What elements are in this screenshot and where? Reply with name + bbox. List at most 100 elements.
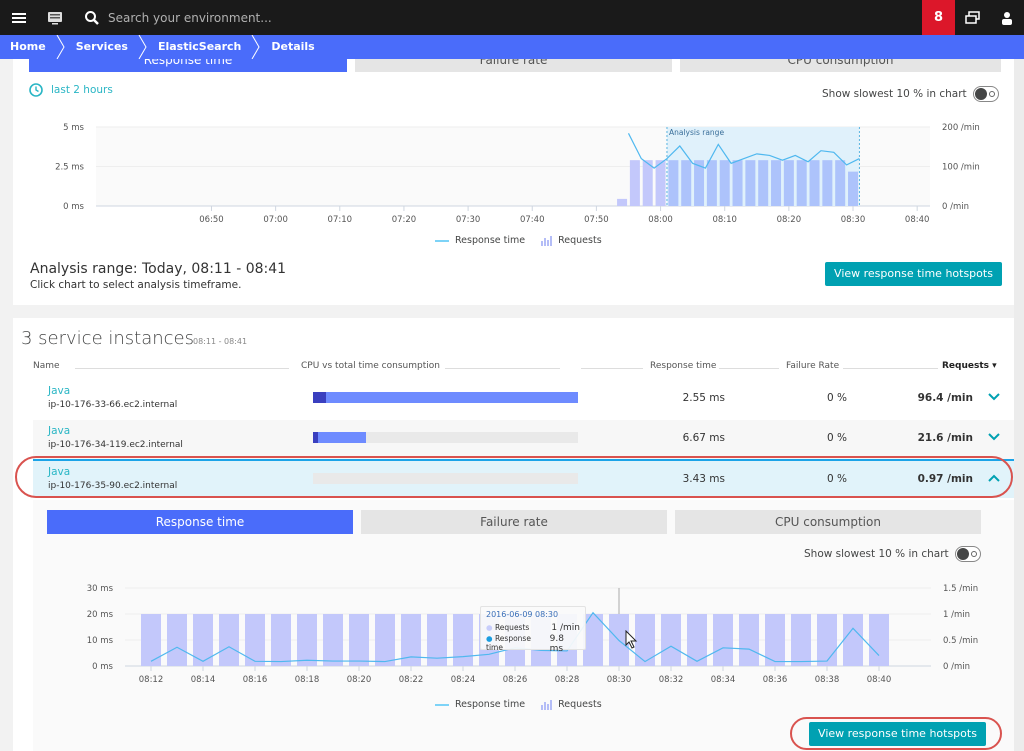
timeframe-label: last 2 hours bbox=[51, 84, 113, 96]
x-tick-label: 08:20 bbox=[347, 675, 372, 685]
toggle-label: Show slowest 10 % in chart bbox=[822, 88, 967, 100]
legend-requests[interactable]: Requests bbox=[558, 699, 602, 710]
legend-response-time[interactable]: Response time bbox=[455, 235, 525, 246]
x-tick-label: 08:40 bbox=[905, 215, 930, 225]
column-requests-sorted[interactable]: Requests ▾ bbox=[942, 361, 997, 371]
requests-bar bbox=[219, 614, 239, 666]
requests-bar bbox=[869, 614, 889, 666]
requests-bar bbox=[835, 160, 846, 206]
highlight-annotation bbox=[790, 717, 1002, 750]
x-tick-label: 08:34 bbox=[711, 675, 736, 685]
requests-bar bbox=[822, 160, 833, 206]
column-name[interactable]: Name bbox=[33, 361, 60, 371]
y-tick-label: 0 ms bbox=[63, 202, 84, 212]
chevron-down-icon[interactable] bbox=[988, 390, 1000, 404]
breadcrumb-separator-icon bbox=[251, 35, 261, 59]
x-tick-label: 07:00 bbox=[263, 215, 288, 225]
top-bar: 8 bbox=[0, 0, 1024, 35]
breadcrumb-home[interactable]: Home bbox=[0, 35, 56, 59]
x-tick-label: 07:50 bbox=[584, 215, 609, 225]
y2-tick-label: 0 /min bbox=[942, 202, 969, 212]
y2-tick-label: 200 /min bbox=[942, 123, 980, 133]
scrollbar[interactable] bbox=[1014, 59, 1024, 751]
x-tick-label: 08:00 bbox=[648, 215, 673, 225]
breadcrumb-details: Details bbox=[271, 40, 315, 53]
toggle-label: Show slowest 10 % in chart bbox=[804, 548, 949, 560]
tooltip-requests-value: 1 /min bbox=[551, 623, 580, 633]
requests-bar bbox=[453, 614, 473, 666]
y-tick-label: 10 ms bbox=[87, 636, 114, 646]
breadcrumb-elasticsearch[interactable]: ElasticSearch bbox=[148, 35, 251, 59]
x-tick-label: 08:32 bbox=[659, 675, 684, 685]
slowest-toggle-row: Show slowest 10 % in chart bbox=[822, 86, 999, 102]
slowest-10-toggle[interactable] bbox=[972, 86, 999, 102]
instance-response-time: 2.55 ms bbox=[682, 392, 725, 404]
instance-tech-link[interactable]: Java bbox=[48, 425, 70, 437]
instance-tech-link[interactable]: Java bbox=[48, 385, 70, 397]
y2-tick-label: 0.5 /min bbox=[943, 636, 978, 646]
y2-tick-label: 100 /min bbox=[942, 163, 980, 173]
legend-response-time[interactable]: Response time bbox=[455, 699, 525, 710]
windows-icon[interactable] bbox=[964, 9, 982, 27]
requests-bar bbox=[668, 160, 679, 206]
requests-bar bbox=[245, 614, 265, 666]
slowest-10-toggle[interactable] bbox=[954, 546, 981, 562]
x-tick-label: 06:50 bbox=[199, 215, 224, 225]
requests-bar bbox=[739, 614, 759, 666]
cpu-consumption-bar bbox=[313, 432, 578, 443]
search-input[interactable] bbox=[108, 8, 508, 28]
analysis-range-title: Analysis range: Today, 08:11 - 08:41 bbox=[30, 261, 287, 277]
mouse-cursor-icon bbox=[625, 630, 638, 649]
instance-requests: 96.4 /min bbox=[917, 392, 973, 404]
requests-bar bbox=[745, 160, 756, 206]
requests-bar bbox=[629, 160, 640, 206]
instance-response-time: 6.67 ms bbox=[682, 432, 725, 444]
tab-response-time[interactable]: Response time bbox=[47, 510, 353, 534]
x-tick-label: 08:12 bbox=[139, 675, 164, 685]
tab-cpu-consumption[interactable]: CPU consumption bbox=[675, 510, 981, 534]
chart-tooltip: 2016-06-09 08:30 ● Requests 1 /min ● Resp… bbox=[480, 606, 586, 654]
total-time-fill bbox=[313, 392, 578, 403]
notification-badge[interactable]: 8 bbox=[922, 0, 955, 35]
view-hotspots-button[interactable]: View response time hotspots bbox=[825, 262, 1002, 286]
instance-failure-rate: 0 % bbox=[827, 392, 847, 404]
cpu-time-fill bbox=[313, 392, 327, 403]
legend-requests[interactable]: Requests bbox=[558, 235, 602, 246]
tooltip-requests-label: ● Requests bbox=[486, 623, 530, 632]
terminal-icon[interactable] bbox=[46, 9, 64, 27]
x-tick-label: 08:30 bbox=[607, 675, 632, 685]
chevron-down-icon[interactable] bbox=[988, 430, 1000, 444]
slowest-toggle-row: Show slowest 10 % in chart bbox=[804, 546, 981, 562]
requests-bar bbox=[843, 614, 863, 666]
column-response-time[interactable]: Response time bbox=[650, 361, 716, 371]
x-tick-label: 08:40 bbox=[867, 675, 892, 685]
legend-bars-icon bbox=[541, 699, 553, 710]
x-tick-label: 08:10 bbox=[712, 215, 737, 225]
instance-row[interactable]: Java ip-10-176-34-119.ec2.internal 6.67 ms… bbox=[33, 420, 1015, 459]
user-icon[interactable] bbox=[998, 9, 1016, 27]
requests-bar bbox=[655, 160, 666, 206]
requests-bar bbox=[375, 614, 395, 666]
requests-bar bbox=[323, 614, 343, 666]
requests-bar bbox=[809, 160, 820, 206]
requests-bar bbox=[719, 160, 730, 206]
requests-bar bbox=[713, 614, 733, 666]
x-tick-label: 07:40 bbox=[520, 215, 545, 225]
instance-row[interactable]: Java ip-10-176-33-66.ec2.internal 2.55 ms 0… bbox=[33, 380, 1015, 419]
timeframe-selector[interactable]: last 2 hours bbox=[29, 83, 113, 97]
tab-failure-rate[interactable]: Failure rate bbox=[361, 510, 667, 534]
requests-bar bbox=[783, 160, 794, 206]
y2-tick-label: 1.5 /min bbox=[943, 584, 978, 594]
y-tick-label: 20 ms bbox=[87, 610, 114, 620]
requests-bar bbox=[732, 160, 743, 206]
column-failure-rate[interactable]: Failure Rate bbox=[786, 361, 839, 371]
breadcrumb-services[interactable]: Services bbox=[66, 35, 138, 59]
service-chart-panel: Response time Failure rate CPU consumpti… bbox=[13, 48, 1015, 305]
chart-legend: Response time Requests bbox=[435, 699, 602, 710]
service-instances-panel: 3 service instances 08:11 - 08:41 Name C… bbox=[13, 318, 1015, 751]
menu-icon[interactable] bbox=[10, 9, 28, 27]
search-icon[interactable] bbox=[83, 9, 101, 27]
column-cpu[interactable]: CPU vs total time consumption bbox=[301, 361, 440, 371]
x-tick-label: 08:36 bbox=[763, 675, 788, 685]
x-tick-label: 07:10 bbox=[328, 215, 353, 225]
